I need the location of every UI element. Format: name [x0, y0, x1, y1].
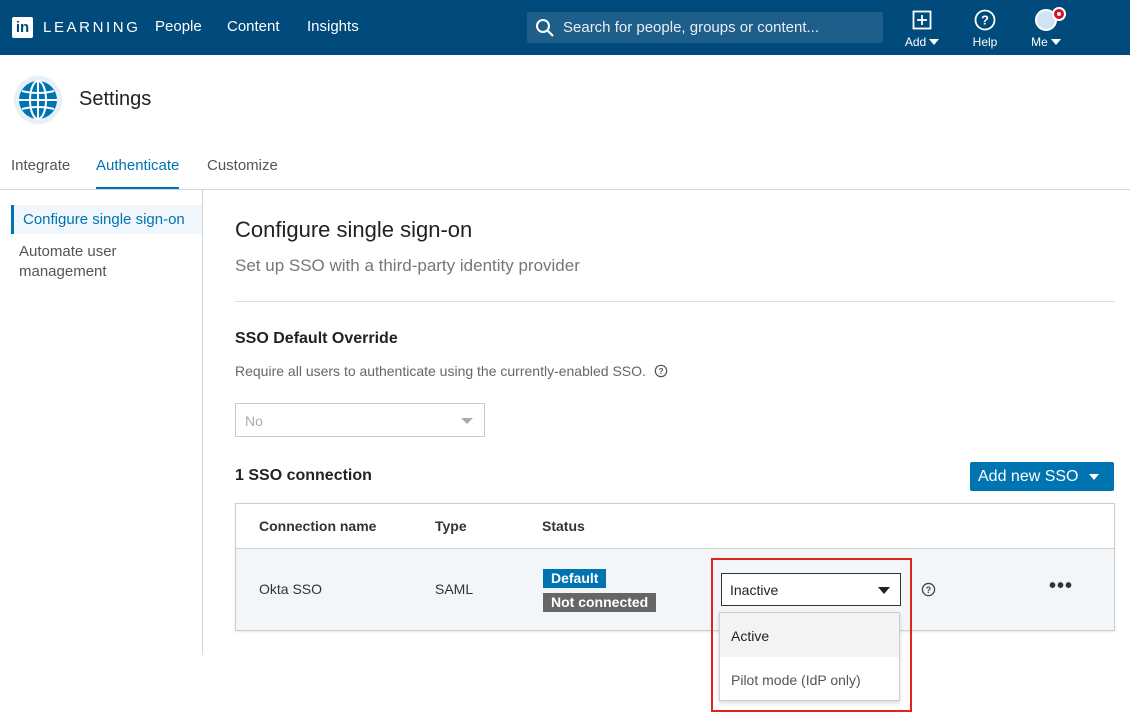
table-row: Okta SSO SAML Default Not connected Inac… — [236, 549, 1114, 630]
sidebar-item-configure-sso[interactable]: Configure single sign-on — [11, 205, 202, 234]
page-title: Settings — [79, 88, 152, 110]
tab-authenticate[interactable]: Authenticate — [96, 157, 180, 189]
help-icon[interactable]: ? — [654, 364, 668, 378]
search-bar[interactable]: Search for people, groups or content... — [527, 12, 883, 43]
sso-override-text: Require all users to authenticate using … — [235, 363, 646, 379]
add-new-sso-button[interactable]: Add new SSO — [970, 462, 1114, 491]
add-new-sso-label: Add new SSO — [978, 467, 1079, 485]
top-navbar: in LEARNING People Content Insights Sear… — [0, 0, 1130, 55]
svg-text:?: ? — [926, 585, 931, 595]
nav-people[interactable]: People — [155, 18, 202, 35]
add-label: Add — [904, 35, 927, 49]
sso-override-heading: SSO Default Override — [235, 330, 398, 347]
logo-text: LEARNING — [43, 19, 141, 36]
more-options-icon[interactable]: ••• — [1049, 576, 1073, 596]
sso-override-select: No — [235, 403, 485, 437]
nav-insights[interactable]: Insights — [307, 18, 359, 35]
chevron-down-icon — [461, 418, 473, 424]
status-select[interactable]: Inactive — [721, 573, 901, 606]
section-title: Configure single sign-on — [235, 217, 473, 242]
search-input[interactable]: Search for people, groups or content... — [563, 19, 819, 36]
column-header-type: Type — [435, 518, 467, 534]
help-label: Help — [972, 35, 998, 49]
notification-badge — [1052, 7, 1066, 21]
table-header: Connection name Type Status — [236, 504, 1114, 549]
search-icon — [536, 18, 554, 37]
svg-text:?: ? — [658, 366, 663, 376]
column-header-status: Status — [542, 518, 585, 534]
sso-override-description: Require all users to authenticate using … — [235, 363, 668, 379]
divider — [235, 301, 1115, 302]
linkedin-logo-icon: in — [12, 17, 33, 38]
me-label: Me — [1031, 35, 1048, 49]
section-subtitle: Set up SSO with a third-party identity p… — [235, 256, 580, 275]
tab-customize[interactable]: Customize — [207, 157, 278, 187]
help-icon: ? — [974, 9, 996, 31]
help-icon[interactable]: ? — [921, 582, 936, 597]
me-menu-button[interactable]: Me — [1026, 7, 1066, 49]
status-select-value: Inactive — [730, 582, 779, 598]
chevron-down-icon — [929, 39, 940, 45]
help-button[interactable]: ? Help — [966, 8, 1004, 49]
tab-integrate[interactable]: Integrate — [11, 157, 70, 187]
chevron-down-icon — [1050, 39, 1061, 45]
default-badge: Default — [543, 569, 607, 588]
globe-icon — [14, 76, 62, 124]
column-header-connection-name: Connection name — [259, 518, 377, 534]
avatar — [1035, 7, 1066, 31]
sso-connections-table: Connection name Type Status Okta SSO SAM… — [235, 503, 1115, 631]
connection-name: Okta SSO — [259, 581, 323, 597]
connection-type: SAML — [435, 581, 474, 597]
status-dropdown-menu: Active Pilot mode (IdP only) — [719, 612, 900, 701]
nav-content[interactable]: Content — [227, 18, 280, 35]
svg-text:?: ? — [981, 13, 989, 28]
linkedin-learning-logo[interactable]: in LEARNING — [12, 17, 141, 38]
chevron-down-icon — [878, 587, 890, 594]
connection-count: 1 SSO connection — [235, 467, 372, 484]
add-menu-button[interactable]: Add — [900, 8, 944, 49]
not-connected-badge: Not connected — [543, 593, 657, 612]
sso-override-value: No — [245, 413, 263, 429]
sidebar: Configure single sign-on Automate user m… — [0, 190, 203, 655]
status-option-active[interactable]: Active — [720, 613, 899, 657]
chevron-down-icon — [1088, 473, 1099, 480]
settings-tabs: Integrate Authenticate Customize — [0, 150, 1130, 190]
sidebar-item-automate-user-management[interactable]: Automate user management — [19, 242, 189, 282]
status-option-pilot-mode[interactable]: Pilot mode (IdP only) — [720, 657, 899, 701]
plus-box-icon — [912, 10, 932, 30]
